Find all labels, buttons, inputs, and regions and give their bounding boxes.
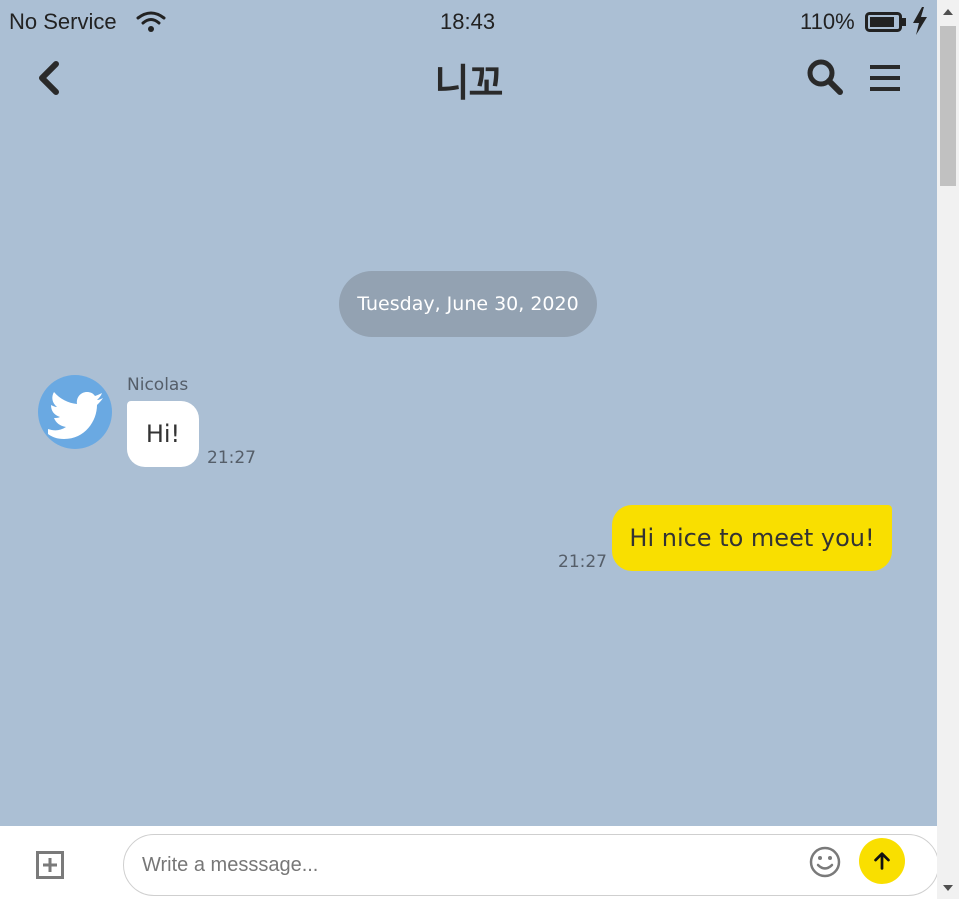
status-time: 18:43 bbox=[440, 9, 496, 34]
received-message-time: 21:27 bbox=[207, 448, 256, 468]
send-button[interactable] bbox=[859, 838, 905, 884]
battery-percent: 110% bbox=[800, 9, 855, 34]
sender-name: Nicolas bbox=[127, 375, 189, 395]
menu-button[interactable] bbox=[868, 62, 904, 94]
carrier-label: No Service bbox=[9, 9, 117, 34]
scroll-down-arrow-icon[interactable] bbox=[937, 878, 959, 898]
plus-square-icon bbox=[36, 851, 64, 879]
attach-button[interactable] bbox=[36, 851, 64, 879]
message-composer bbox=[0, 826, 937, 899]
chat-title: 니꼬 bbox=[434, 61, 504, 105]
emoji-button[interactable] bbox=[808, 845, 842, 879]
status-bar: No Service 18:43 110% bbox=[0, 0, 937, 44]
search-icon bbox=[807, 59, 843, 95]
arrow-up-icon bbox=[874, 852, 890, 870]
message-input[interactable] bbox=[142, 849, 782, 881]
message-box bbox=[123, 834, 937, 896]
vertical-scrollbar[interactable] bbox=[937, 0, 959, 899]
twitter-bird-icon bbox=[48, 392, 103, 439]
sent-message-bubble[interactable]: Hi nice to meet you! bbox=[612, 505, 892, 571]
smiley-icon bbox=[809, 846, 841, 878]
avatar[interactable] bbox=[38, 375, 112, 449]
sent-message-time: 21:27 bbox=[558, 552, 607, 572]
received-message-bubble[interactable]: Hi! bbox=[127, 401, 199, 467]
battery-icon bbox=[865, 12, 906, 32]
search-button[interactable] bbox=[806, 58, 844, 96]
hamburger-menu-icon bbox=[870, 65, 900, 91]
chat-screen: No Service 18:43 110% 니꼬 Tuesday, June 3… bbox=[0, 0, 937, 899]
scrollbar-thumb[interactable] bbox=[940, 26, 956, 186]
charging-bolt-icon bbox=[913, 7, 927, 35]
date-divider: Tuesday, June 30, 2020 bbox=[339, 271, 597, 337]
scroll-up-arrow-icon[interactable] bbox=[937, 2, 959, 22]
wifi-icon bbox=[136, 11, 166, 32]
